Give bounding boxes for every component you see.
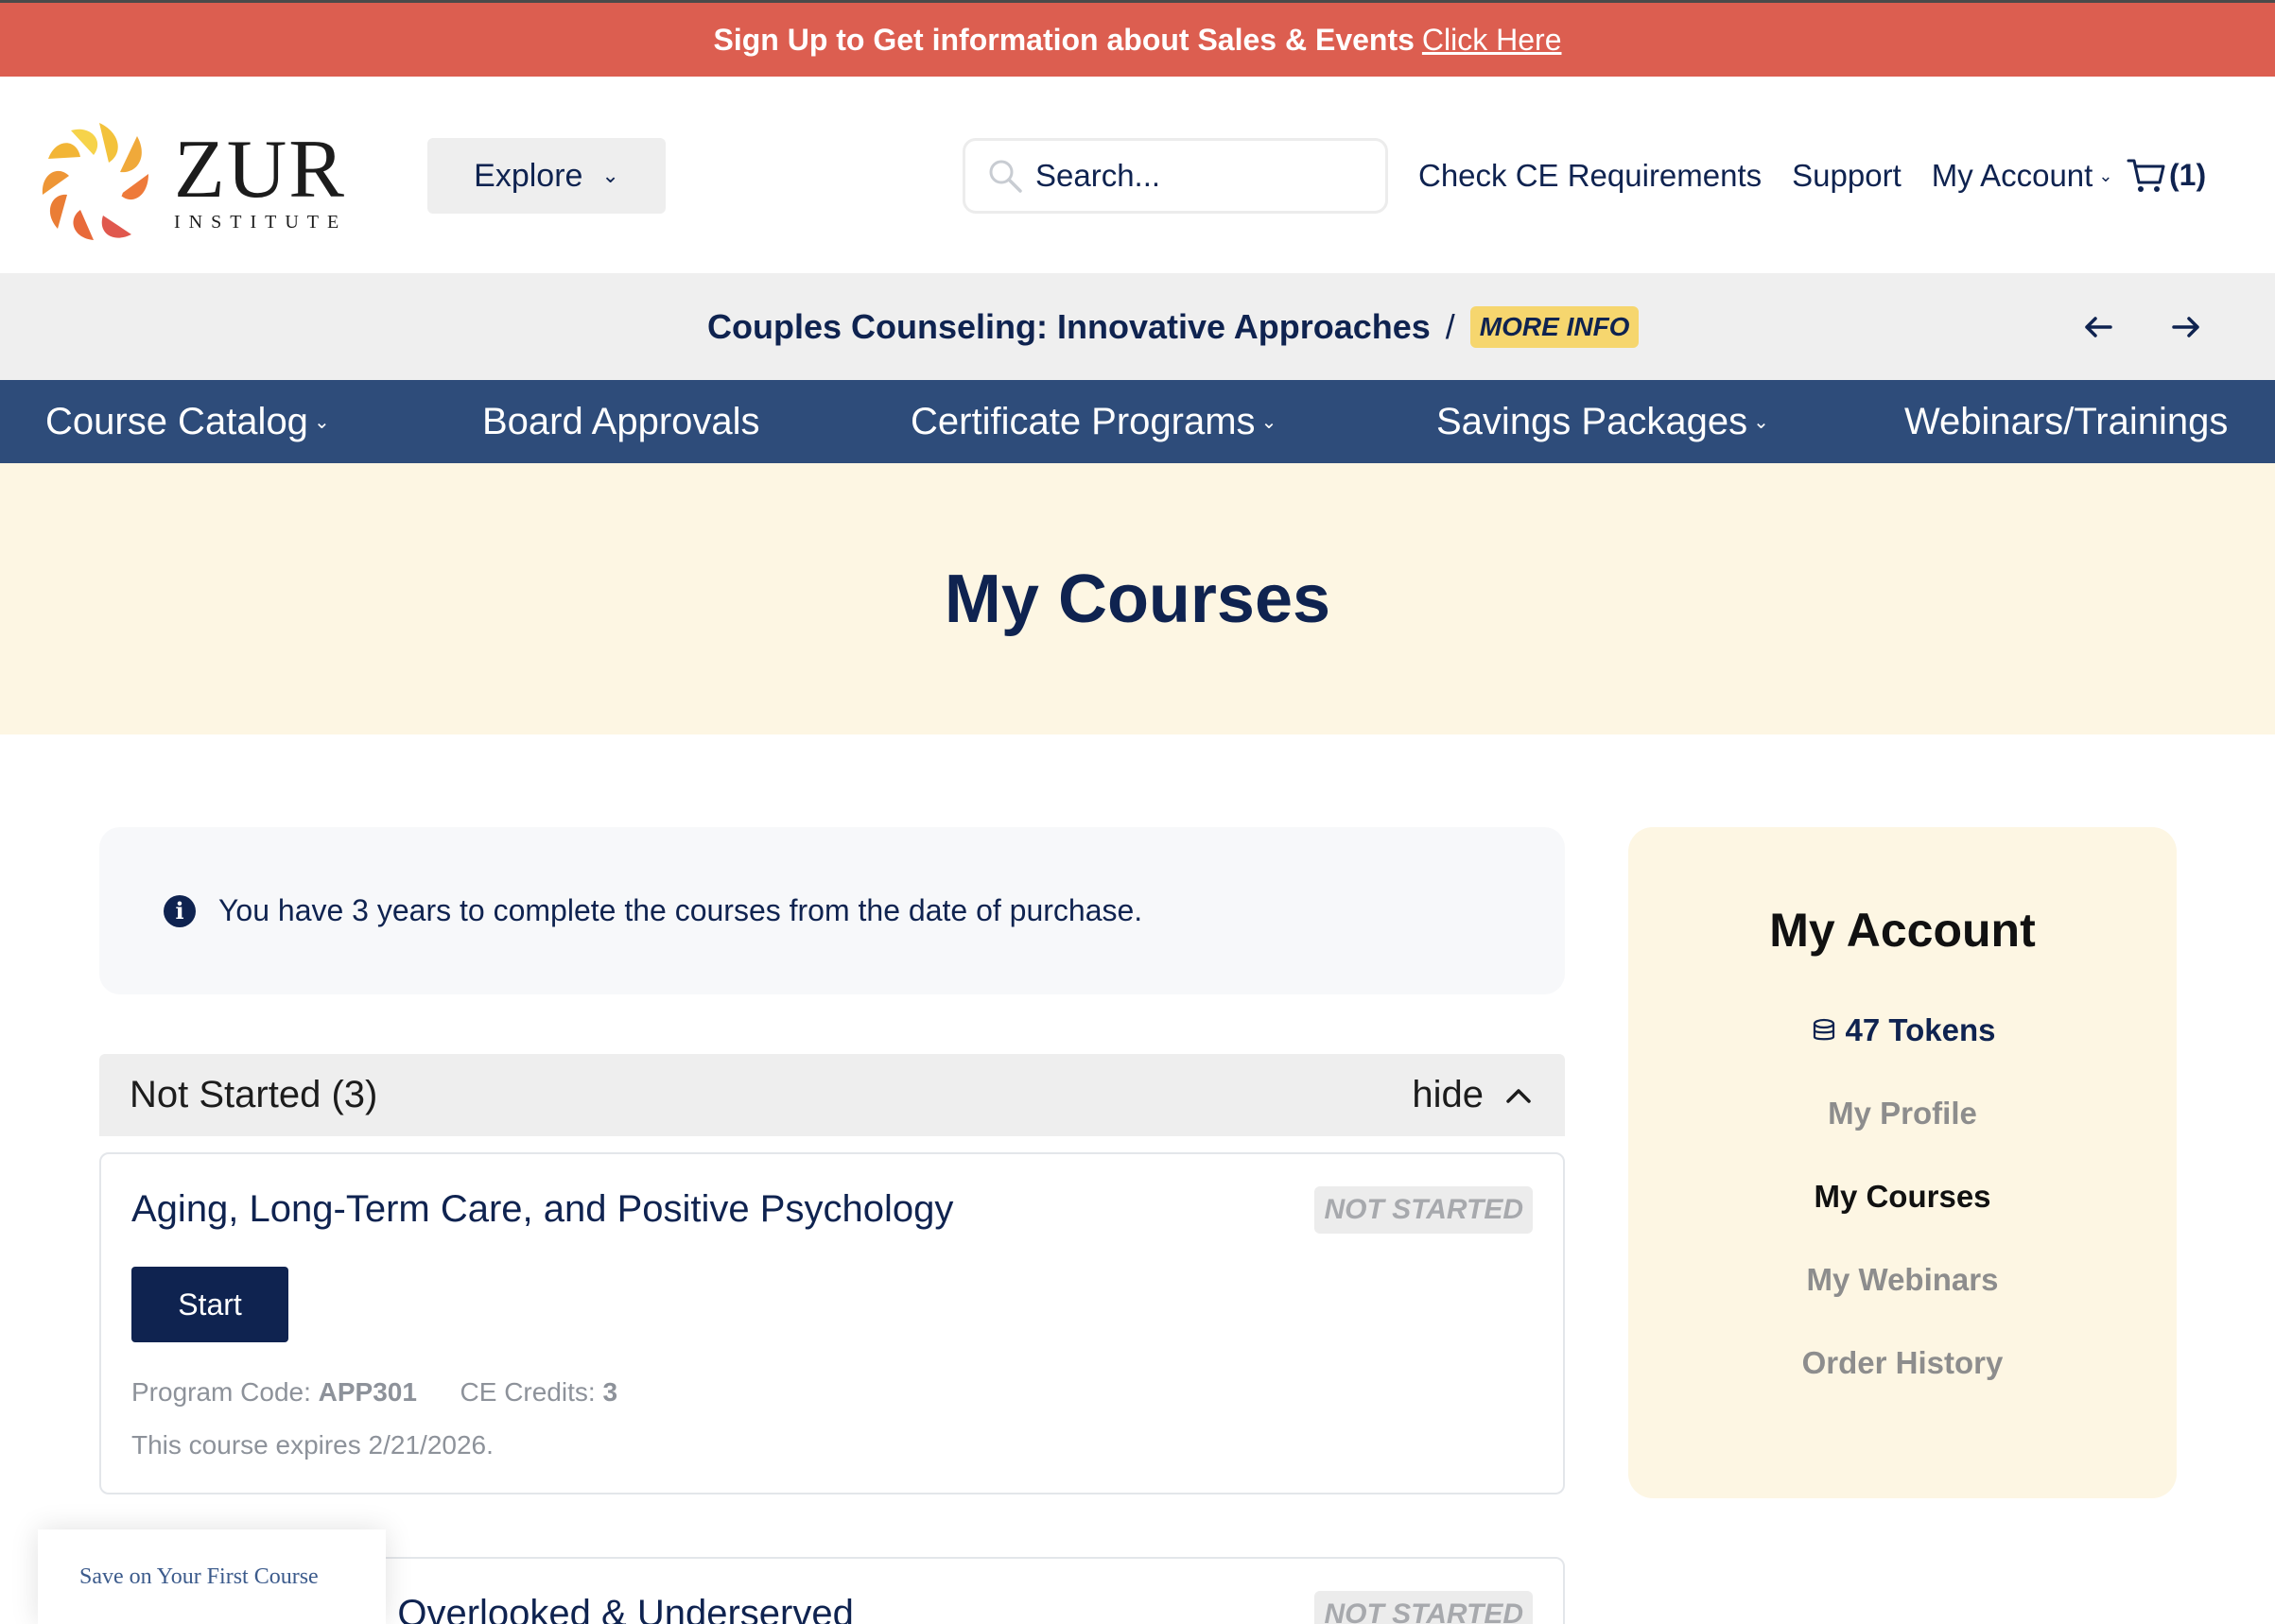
nav-webinars-trainings[interactable]: Webinars/Trainings bbox=[1904, 380, 2228, 463]
ce-credits: 3 bbox=[602, 1377, 618, 1407]
page-title: My Courses bbox=[944, 561, 1331, 637]
page-hero: My Courses bbox=[0, 463, 2275, 734]
info-notice: i You have 3 years to complete the cours… bbox=[99, 827, 1565, 994]
chevron-up-icon bbox=[1506, 1088, 1531, 1103]
start-button[interactable]: Start bbox=[131, 1267, 288, 1342]
sunflower-logo-icon bbox=[42, 123, 148, 240]
promo-banner-link[interactable]: Click Here bbox=[1422, 23, 1562, 58]
course-title[interactable]: les: Overlooked & Underserved bbox=[328, 1593, 854, 1624]
support-link[interactable]: Support bbox=[1792, 158, 1902, 194]
hide-label: hide bbox=[1412, 1074, 1484, 1115]
search-input[interactable] bbox=[1035, 158, 1376, 194]
search-box[interactable] bbox=[963, 138, 1388, 214]
logo-name: ZUR bbox=[174, 123, 346, 216]
nav-course-catalog[interactable]: Course Catalog ⌄ bbox=[45, 380, 330, 463]
my-account-label: My Account bbox=[1931, 158, 2093, 193]
logo-wordmark: ZUR INSTITUTE bbox=[174, 123, 348, 233]
promo-banner-text: Sign Up to Get information about Sales &… bbox=[713, 22, 1415, 57]
site-logo[interactable]: ZUR INSTITUTE bbox=[38, 111, 350, 252]
more-info-badge[interactable]: MORE INFO bbox=[1469, 305, 1640, 348]
logo-subtitle: INSTITUTE bbox=[174, 211, 348, 233]
section-title: Not Started (3) bbox=[130, 1074, 378, 1115]
sidebar-item-tokens[interactable]: 47 Tokens bbox=[1628, 1012, 2177, 1048]
chevron-down-icon: ⌄ bbox=[1753, 411, 1769, 433]
nav-certificate-programs[interactable]: Certificate Programs ⌄ bbox=[911, 380, 1276, 463]
status-badge: NOT STARTED bbox=[1314, 1591, 1533, 1624]
header-links: Check CE Requirements Support My Account… bbox=[1418, 138, 2143, 214]
sidebar-item-order-history[interactable]: Order History bbox=[1628, 1345, 2177, 1381]
featured-course-strip: Couples Counseling: Innovative Approache… bbox=[0, 273, 2275, 380]
info-text: You have 3 years to complete the courses… bbox=[218, 893, 1143, 927]
nav-item-label: Webinars/Trainings bbox=[1904, 400, 2229, 442]
explore-button[interactable]: Explore ⌄ bbox=[427, 138, 666, 214]
site-header: ZUR INSTITUTE Explore ⌄ Check CE Require… bbox=[0, 77, 2275, 273]
chevron-down-icon: ⌄ bbox=[2098, 165, 2113, 185]
check-ce-requirements-link[interactable]: Check CE Requirements bbox=[1418, 158, 1762, 194]
explore-label: Explore bbox=[474, 157, 583, 194]
not-started-section-header: Not Started (3) hide bbox=[99, 1054, 1565, 1136]
account-sidebar: My Account 47 Tokens My Profile My Cours… bbox=[1628, 827, 2177, 1498]
featured-course-title[interactable]: Couples Counseling: Innovative Approache… bbox=[707, 307, 1431, 347]
hide-toggle[interactable]: hide bbox=[1412, 1074, 1535, 1116]
cart-count: (1) bbox=[2169, 157, 2207, 192]
coins-icon bbox=[1813, 1018, 1834, 1041]
course-card: Aging, Long-Term Care, and Positive Psyc… bbox=[99, 1152, 1565, 1494]
separator: / bbox=[1445, 306, 1455, 346]
sidebar-title: My Account bbox=[1769, 904, 2036, 957]
arrow-right-icon bbox=[2172, 317, 2199, 337]
featured-course: Couples Counseling: Innovative Approache… bbox=[707, 273, 1640, 380]
next-arrow-button[interactable] bbox=[2160, 301, 2213, 354]
nav-item-label: Savings Packages bbox=[1436, 400, 1748, 442]
save-widget-text: Save on Your First Course bbox=[79, 1564, 319, 1589]
chevron-down-icon: ⌄ bbox=[601, 164, 619, 187]
nav-savings-packages[interactable]: Savings Packages ⌄ bbox=[1436, 380, 1769, 463]
program-code: APP301 bbox=[318, 1377, 417, 1407]
nav-item-label: Board Approvals bbox=[482, 400, 760, 442]
nav-item-label: Course Catalog bbox=[45, 400, 308, 442]
arrow-left-icon bbox=[2085, 317, 2112, 337]
chevron-down-icon: ⌄ bbox=[313, 411, 330, 433]
course-expiry: This course expires 2/21/2026. bbox=[131, 1430, 494, 1460]
main-nav: Course Catalog ⌄ Board Approvals Certifi… bbox=[0, 380, 2275, 463]
chevron-down-icon: ⌄ bbox=[1260, 411, 1277, 433]
tokens-label: 47 Tokens bbox=[1845, 1012, 1996, 1047]
course-meta: Program Code: APP301 CE Credits: 3 bbox=[131, 1377, 617, 1408]
sidebar-item-my-courses[interactable]: My Courses bbox=[1628, 1179, 2177, 1215]
sidebar-item-my-webinars[interactable]: My Webinars bbox=[1628, 1262, 2177, 1298]
sidebar-item-my-profile[interactable]: My Profile bbox=[1628, 1096, 2177, 1132]
ce-credits-label: CE Credits: bbox=[460, 1377, 596, 1407]
nav-board-approvals[interactable]: Board Approvals bbox=[482, 380, 760, 463]
search-icon bbox=[989, 160, 1022, 193]
status-badge: NOT STARTED bbox=[1314, 1186, 1533, 1234]
my-account-menu[interactable]: My Account ⌄ bbox=[1932, 158, 2113, 194]
info-icon: i bbox=[164, 894, 196, 927]
promo-banner: Sign Up to Get information about Sales &… bbox=[0, 0, 2275, 77]
nav-item-label: Certificate Programs bbox=[911, 400, 1256, 442]
cart-icon bbox=[2127, 159, 2165, 192]
save-first-course-widget[interactable]: Save on Your First Course bbox=[38, 1529, 386, 1624]
cart-button[interactable]: (1) bbox=[2126, 154, 2206, 196]
program-code-label: Program Code: bbox=[131, 1377, 311, 1407]
course-title[interactable]: Aging, Long-Term Care, and Positive Psyc… bbox=[131, 1188, 953, 1231]
prev-arrow-button[interactable] bbox=[2072, 301, 2125, 354]
